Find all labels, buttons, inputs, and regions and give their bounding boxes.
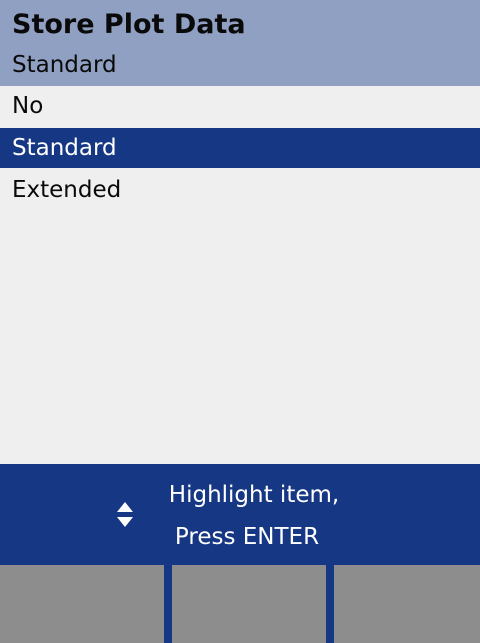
softkey-3[interactable] [334,565,480,643]
list-item-standard[interactable]: Standard [0,128,480,168]
current-value: Standard [12,52,117,78]
header: Store Plot Data Standard [0,0,480,86]
option-list: No Standard Extended [0,86,480,464]
hint-text-line-1: Highlight item, [168,482,340,508]
store-plot-data-screen: Store Plot Data Standard No Standard Ext… [0,0,480,643]
softkey-2[interactable] [172,565,326,643]
softkey-bar [0,565,480,643]
hint-bar: Highlight item, Press ENTER [0,464,480,565]
list-item-no[interactable]: No [0,86,480,126]
page-title: Store Plot Data [12,9,246,40]
list-item-extended[interactable]: Extended [0,170,480,210]
softkey-1[interactable] [0,565,164,643]
hint-text-line-2: Press ENTER [174,524,320,550]
